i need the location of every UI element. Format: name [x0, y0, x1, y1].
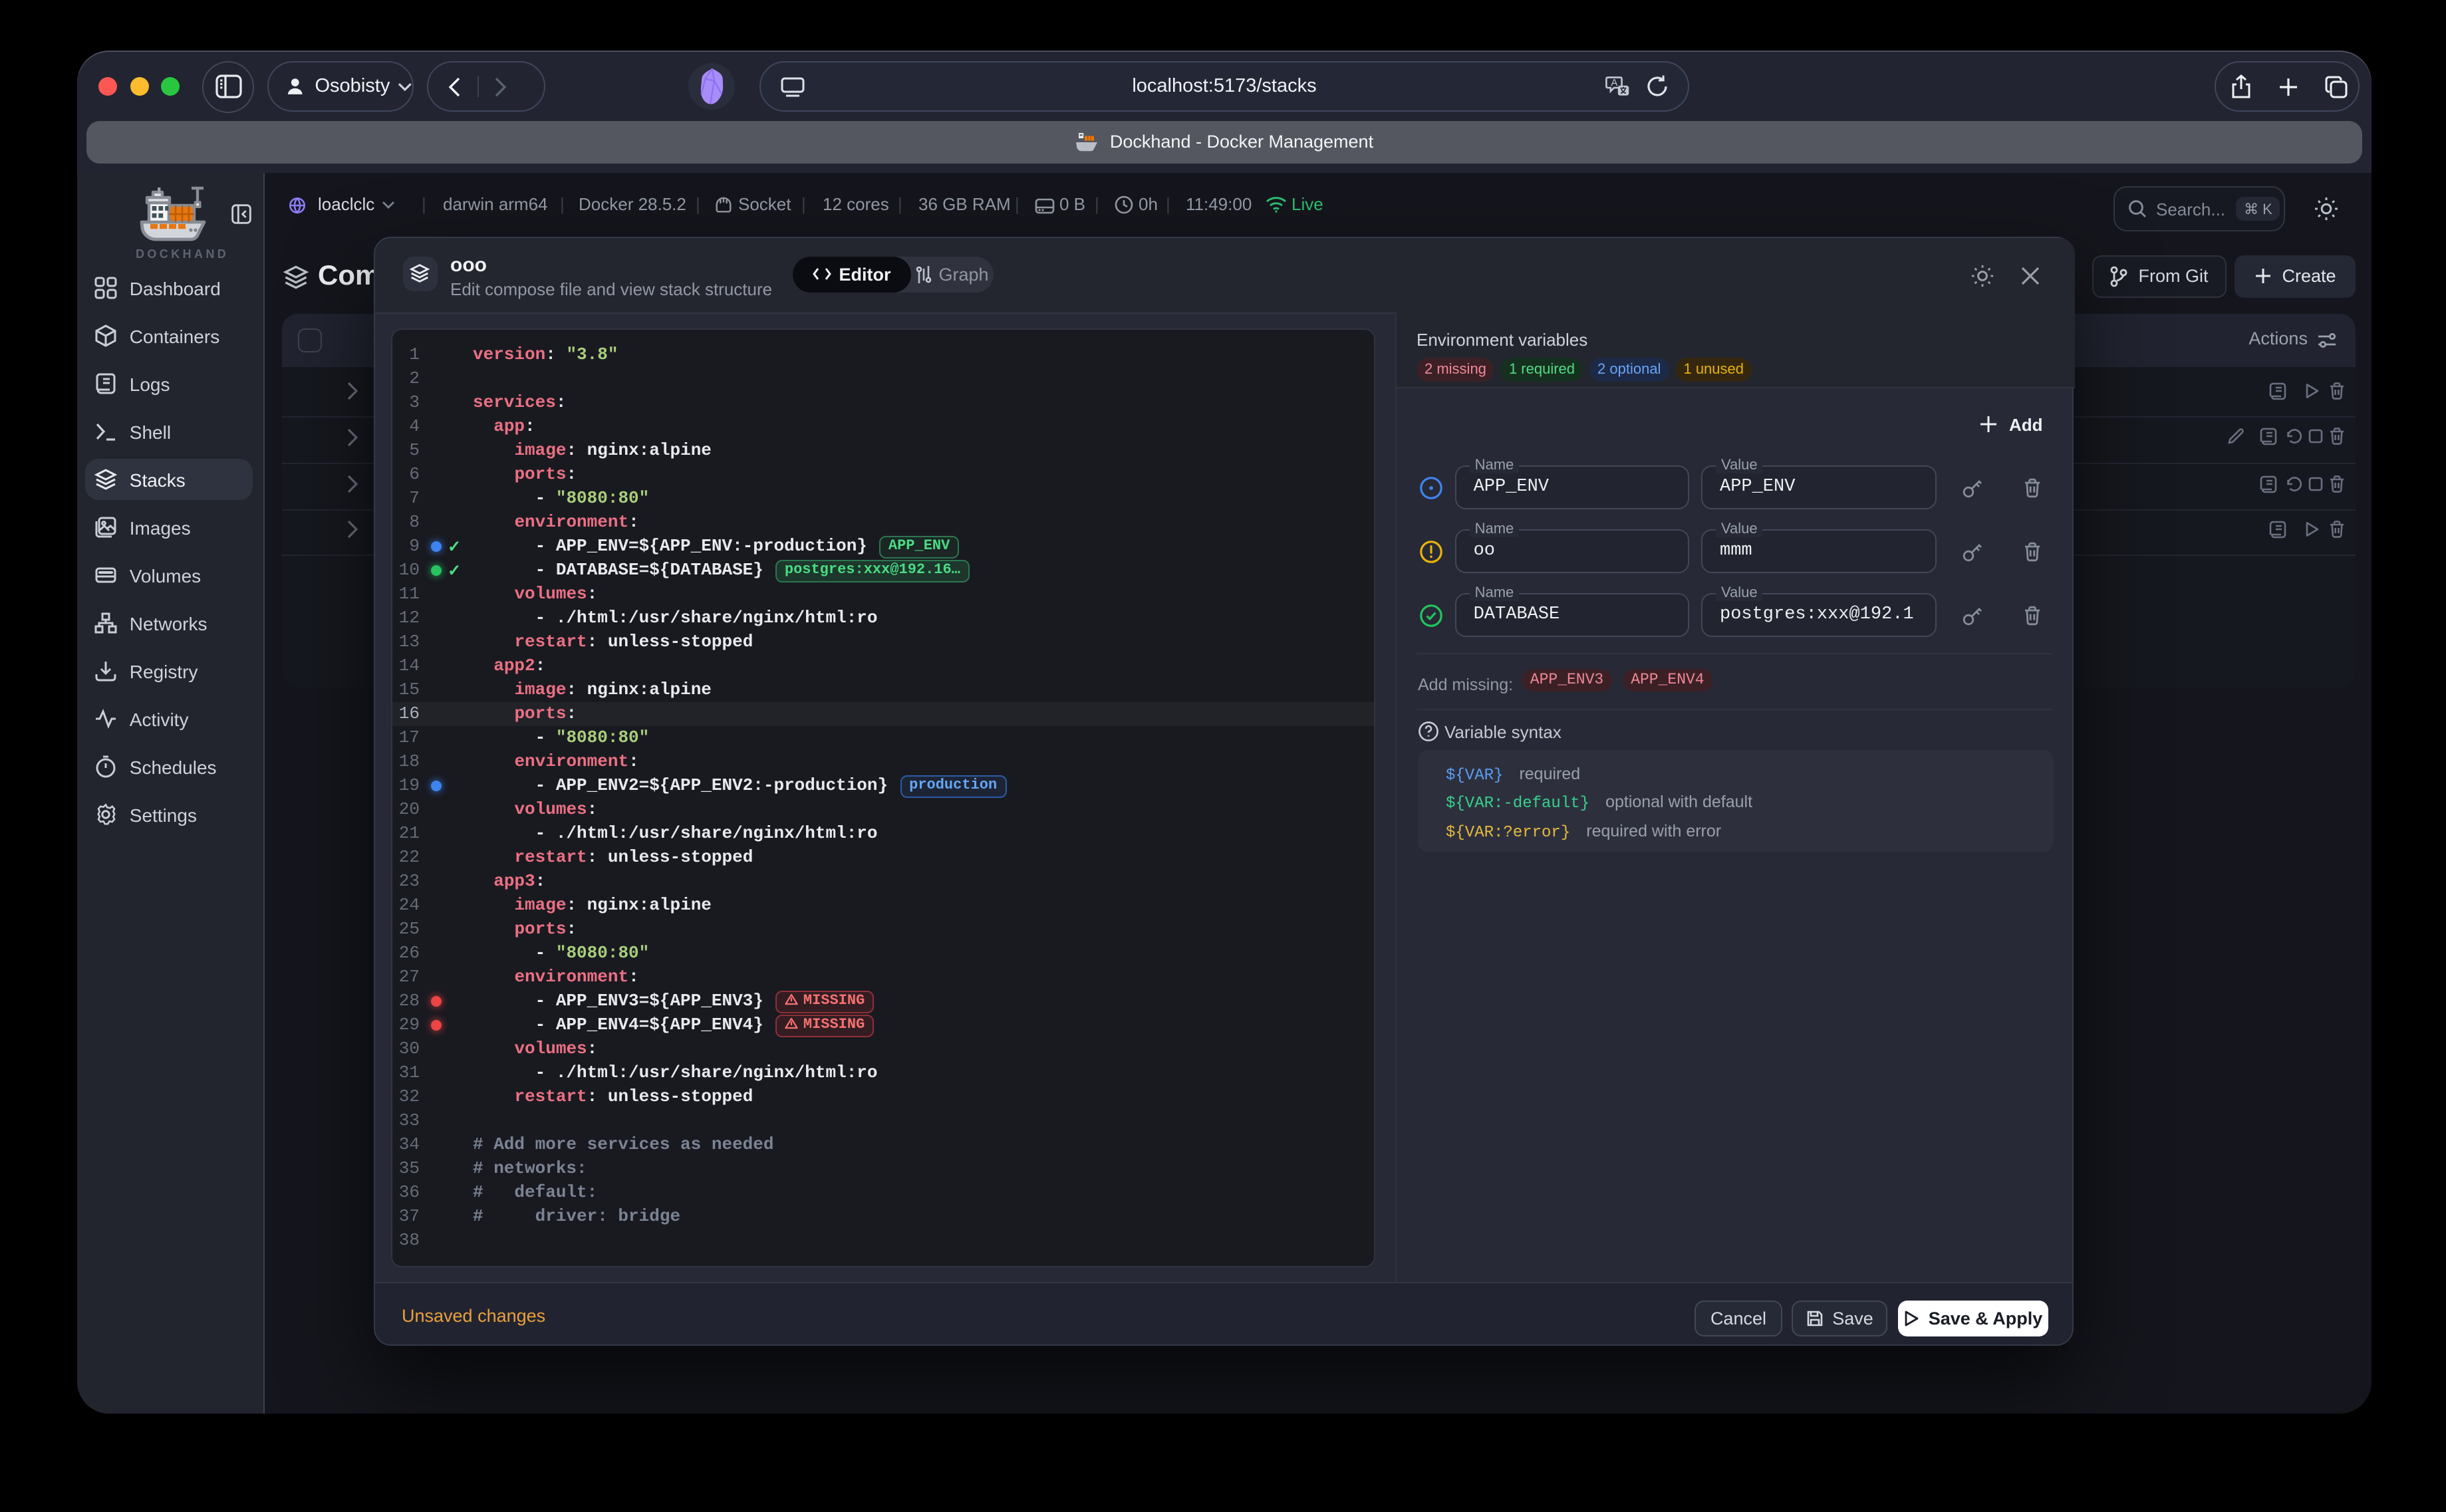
svg-text:A: A: [1611, 77, 1617, 88]
